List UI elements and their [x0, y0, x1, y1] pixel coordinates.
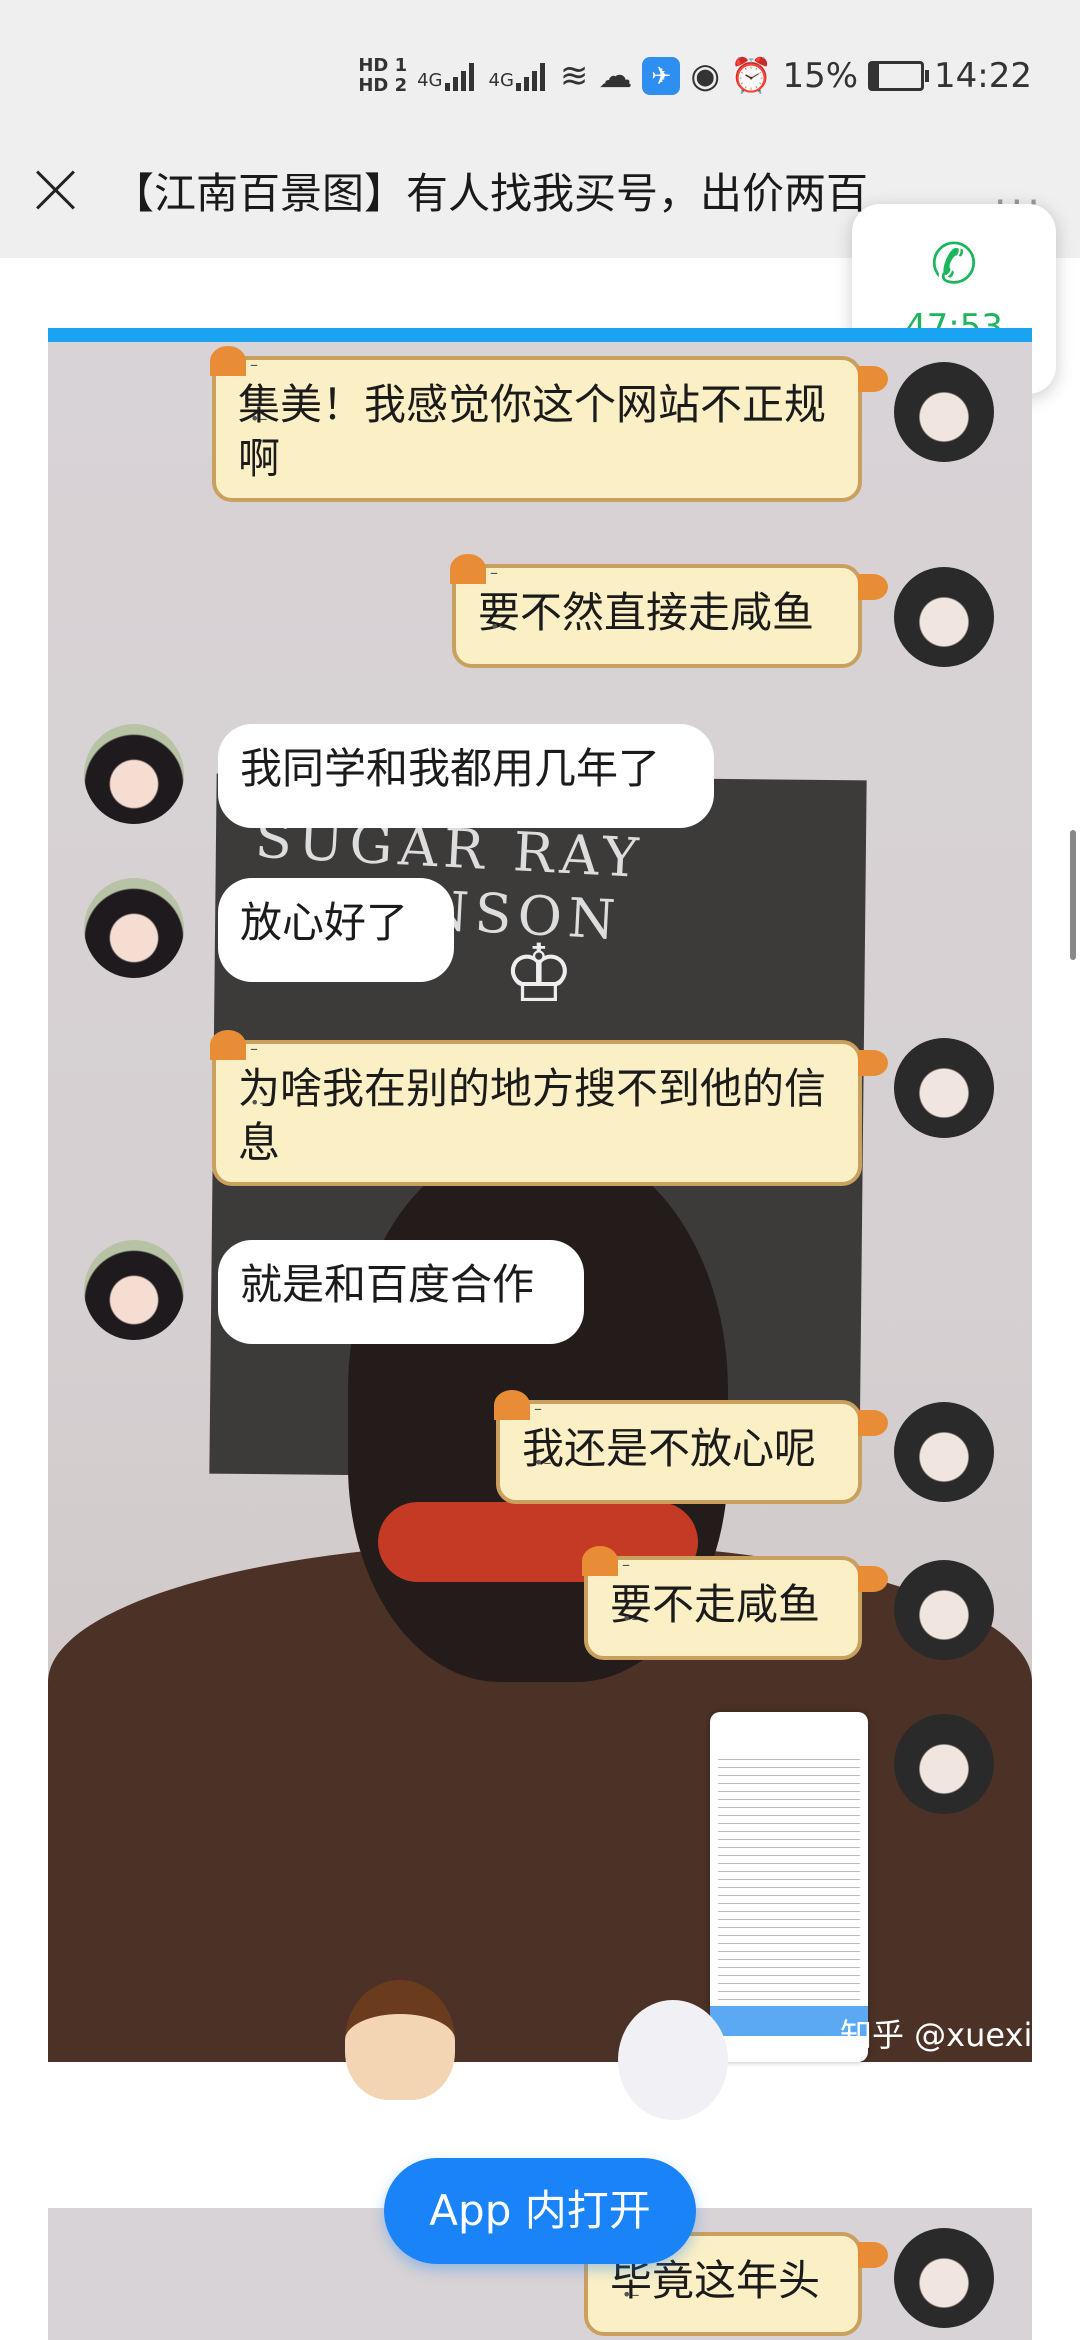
- chat-screenshot-image[interactable]: SUGAR RAY ROBINSON ♔ 集美！我感觉你这个网站不正规啊 要不然…: [48, 342, 1032, 2062]
- chat-bubble-left: 我同学和我都用几年了: [218, 724, 714, 828]
- avatar[interactable]: [894, 1402, 994, 1502]
- page-title: 【江南百景图】有人找我买号，出价两百: [112, 169, 869, 218]
- signal-2-icon: 4G: [489, 61, 550, 91]
- avatar[interactable]: [894, 2228, 994, 2328]
- zhihu-watermark: 知乎 @xuexi: [840, 2016, 1033, 2054]
- hd1-label: HD 1: [358, 55, 408, 76]
- avatar[interactable]: [84, 1240, 184, 1340]
- chat-bubble-left: 放心好了: [218, 878, 454, 982]
- chat-bubble-right: 要不走咸鱼: [582, 1538, 888, 1660]
- chat-bubble-right: 集美！我感觉你这个网站不正规啊: [210, 342, 888, 502]
- cat-ears-icon: [582, 1538, 639, 1646]
- status-icons: HD 1 HD 2 4G 4G ≋ ☁ ✈ ◉ ⏰ 15% 14:22: [358, 56, 1032, 97]
- clock: 14:22: [934, 56, 1032, 96]
- chat-bubble-right: 我还是不放心呢: [494, 1382, 888, 1504]
- chat-bubble-left: 就是和百度合作: [218, 1240, 584, 1344]
- battery-percent: 15%: [782, 56, 859, 96]
- cat-ears-icon: [210, 1022, 267, 1130]
- avatar[interactable]: [894, 567, 994, 667]
- image-top-border: [48, 328, 1032, 342]
- app-notification-icon: ✈: [642, 57, 681, 95]
- eye-icon: ◉: [690, 56, 721, 96]
- cartoon-girl-sticker: [618, 2000, 728, 2120]
- hd-indicator: HD 1 HD 2: [358, 56, 407, 96]
- cartoon-boy-sticker: [345, 1980, 455, 2100]
- avatar[interactable]: [894, 1714, 994, 1814]
- open-in-app-button[interactable]: App 内打开: [384, 2158, 696, 2264]
- avatar[interactable]: [84, 724, 184, 824]
- phone-icon: ✆: [930, 232, 978, 297]
- cat-ears-icon: [210, 342, 267, 446]
- close-icon[interactable]: [30, 164, 80, 214]
- chat-bubble-right: 为啥我在别的地方搜不到他的信息: [210, 1022, 888, 1186]
- signal-1-icon: 4G: [417, 61, 478, 91]
- battery-icon: [868, 61, 930, 91]
- avatar[interactable]: [84, 878, 184, 978]
- scrollbar[interactable]: [1070, 830, 1076, 960]
- alarm-icon: ⏰: [730, 56, 773, 96]
- hd2-label: HD 2: [358, 75, 408, 96]
- chat-bubble-right: 要不然直接走咸鱼: [450, 546, 888, 668]
- wechat-icon: ☁: [598, 56, 633, 96]
- crown-drawing-icon: ♔: [503, 927, 575, 1020]
- avatar[interactable]: [894, 1560, 994, 1660]
- cat-ears-icon: [494, 1382, 551, 1490]
- wifi-icon: ≋: [559, 56, 589, 96]
- avatar[interactable]: [894, 362, 994, 462]
- cat-ears-icon: [450, 546, 507, 654]
- avatar[interactable]: [894, 1038, 994, 1138]
